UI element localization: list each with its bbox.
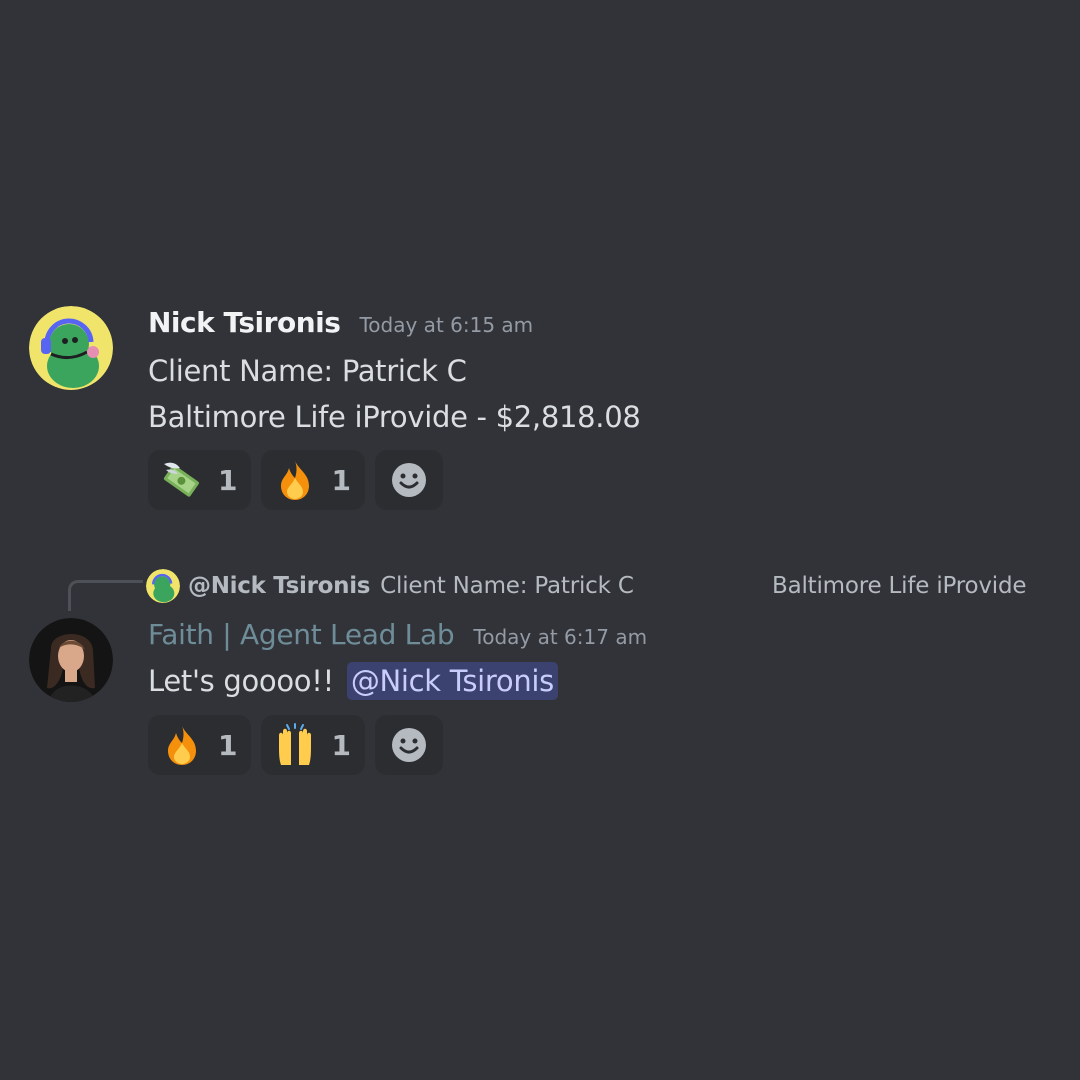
reaction-count: 1 — [331, 728, 351, 762]
chat-view: Nick Tsironis Today at 6:15 am Client Na… — [0, 0, 1080, 1080]
message-text: Let's goooo!! — [148, 664, 334, 698]
reaction-count: 1 — [331, 463, 351, 497]
money-with-wings-icon — [160, 458, 204, 502]
reply-mention: @Nick Tsironis — [188, 573, 371, 599]
raising-hands-icon — [273, 723, 317, 767]
smiley-face-icon — [387, 723, 431, 767]
reply-reference[interactable]: @Nick Tsironis Client Name: Patrick C — [146, 568, 634, 604]
reactions-bar: 1 1 — [148, 450, 443, 510]
reply-avatar — [146, 569, 180, 603]
reaction-fire[interactable]: 1 — [148, 715, 252, 775]
reply-preview-continued: Baltimore Life iProvide — [772, 573, 1027, 599]
smiley-face-icon — [387, 458, 431, 502]
reaction-raising-hands[interactable]: 1 — [261, 715, 365, 775]
add-reaction-button[interactable] — [374, 715, 443, 775]
reaction-count: 1 — [218, 463, 238, 497]
author-name[interactable]: Faith | Agent Lead Lab — [148, 618, 455, 651]
message-line: Baltimore Life iProvide - $2,818.08 — [148, 400, 641, 434]
reaction-count: 1 — [218, 728, 238, 762]
avatar-nick[interactable] — [29, 306, 113, 390]
message-timestamp: Today at 6:15 am — [359, 313, 534, 337]
message-line: Client Name: Patrick C — [148, 354, 467, 388]
fire-icon — [273, 458, 317, 502]
message-timestamp: Today at 6:17 am — [473, 625, 648, 649]
reaction-money-with-wings[interactable]: 1 — [148, 450, 252, 510]
reaction-fire[interactable]: 1 — [261, 450, 365, 510]
message-line: Let's goooo!! @Nick Tsironis — [148, 662, 558, 700]
fire-icon — [160, 723, 204, 767]
user-mention[interactable]: @Nick Tsironis — [346, 662, 558, 700]
avatar-faith[interactable] — [29, 618, 113, 702]
add-reaction-button[interactable] — [374, 450, 443, 510]
reply-spine — [68, 580, 143, 611]
reactions-bar: 1 1 — [148, 715, 443, 775]
author-name[interactable]: Nick Tsironis — [148, 306, 341, 339]
reply-preview: Client Name: Patrick C — [380, 573, 634, 599]
